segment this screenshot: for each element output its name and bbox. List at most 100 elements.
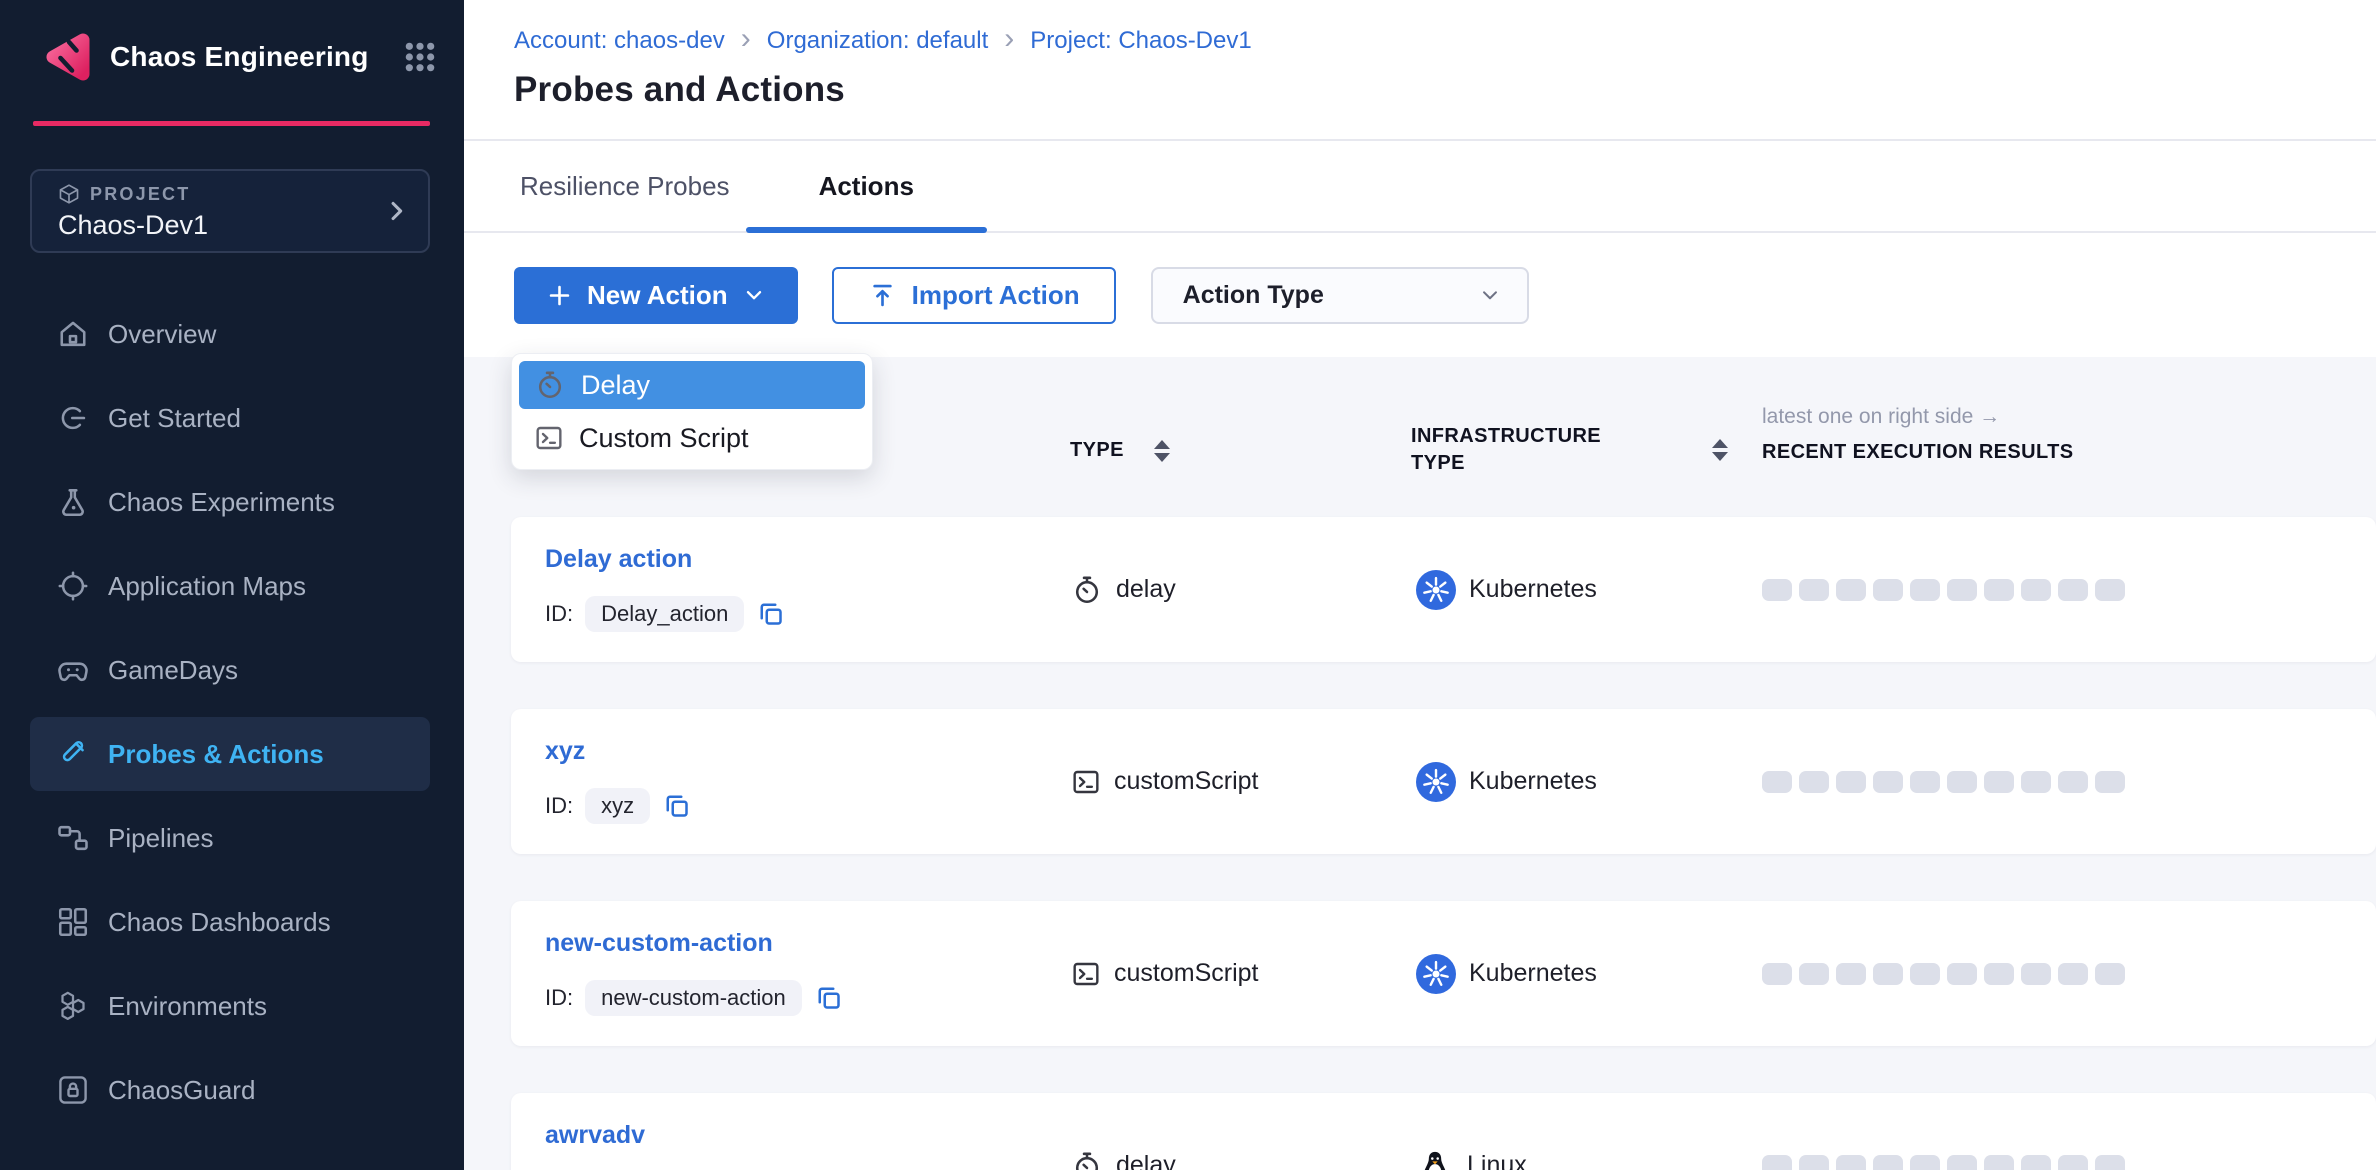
action-type-select[interactable]: Action Type bbox=[1151, 267, 1529, 324]
action-id-value: Delay_action bbox=[585, 596, 744, 632]
main-content: Account: chaos-dev › Organization: defau… bbox=[464, 0, 2376, 1170]
kubernetes-icon bbox=[1416, 570, 1456, 610]
action-name-link[interactable]: new-custom-action bbox=[545, 929, 773, 957]
screen: Chaos Engineering PROJECT Chaos-Dev1 bbox=[0, 0, 2376, 1170]
breadcrumb-organization[interactable]: Organization: default bbox=[767, 27, 988, 55]
execution-result-placeholder bbox=[1873, 963, 1903, 985]
results-note: latest one on right side → bbox=[1762, 405, 2073, 429]
execution-result-placeholder bbox=[1910, 771, 1940, 793]
execution-result-placeholder bbox=[1947, 963, 1977, 985]
action-name-link[interactable]: xyz bbox=[545, 737, 585, 765]
execution-result-placeholder bbox=[1836, 963, 1866, 985]
execution-result-placeholder bbox=[1799, 963, 1829, 985]
execution-result-placeholder bbox=[2095, 1155, 2125, 1170]
stopwatch-icon bbox=[533, 368, 567, 402]
action-name-link[interactable]: awrvadv bbox=[545, 1121, 645, 1149]
action-id-value: new-custom-action bbox=[585, 980, 802, 1016]
stopwatch-icon bbox=[1070, 573, 1104, 607]
import-icon bbox=[868, 281, 897, 310]
sidebar-item-pipelines[interactable]: Pipelines bbox=[30, 801, 430, 875]
execution-result-placeholder bbox=[2058, 579, 2088, 601]
sidebar-item-probes-and-actions[interactable]: Probes & Actions bbox=[30, 717, 430, 791]
breadcrumb-separator: › bbox=[1004, 24, 1014, 58]
column-header-infrastructure-type: INFRASTRUCTURE TYPE bbox=[1411, 423, 1641, 477]
execution-result-placeholder bbox=[1762, 771, 1792, 793]
recent-execution-results bbox=[1762, 963, 2125, 985]
chaos-engineering-logo-icon[interactable] bbox=[38, 29, 94, 85]
execution-result-placeholder bbox=[1984, 963, 2014, 985]
execution-result-placeholder bbox=[2021, 579, 2051, 601]
toolbar: New Action Import Action Action Type bbox=[464, 233, 2376, 357]
project-selector-header: PROJECT bbox=[58, 183, 408, 205]
new-action-button[interactable]: New Action bbox=[514, 267, 798, 324]
tab-resilience-probes[interactable]: Resilience Probes bbox=[520, 141, 730, 231]
execution-result-placeholder bbox=[1836, 1155, 1866, 1170]
project-selector[interactable]: PROJECT Chaos-Dev1 bbox=[30, 169, 430, 253]
sidebar: Chaos Engineering PROJECT Chaos-Dev1 bbox=[0, 0, 464, 1170]
infrastructure-cell: Kubernetes bbox=[1416, 570, 1597, 610]
action-name-link[interactable]: Delay action bbox=[545, 545, 692, 573]
action-type-cell: delay bbox=[1070, 573, 1176, 607]
copy-icon[interactable] bbox=[662, 791, 692, 821]
menu-item-custom-script[interactable]: Custom Script bbox=[519, 414, 865, 462]
project-label: PROJECT bbox=[90, 184, 190, 205]
action-type-cell: customScript bbox=[1070, 958, 1258, 990]
execution-result-placeholder bbox=[2058, 963, 2088, 985]
tab-actions[interactable]: Actions bbox=[746, 141, 987, 231]
sort-infrastructure-icon[interactable] bbox=[1712, 439, 1728, 461]
execution-result-placeholder bbox=[1910, 963, 1940, 985]
lock-shield-icon bbox=[55, 1072, 91, 1108]
sidebar-item-chaosguard[interactable]: ChaosGuard bbox=[30, 1053, 430, 1127]
sidebar-item-application-maps[interactable]: Application Maps bbox=[30, 549, 430, 623]
execution-result-placeholder bbox=[2021, 1155, 2051, 1170]
sidebar-item-chaos-experiments[interactable]: Chaos Experiments bbox=[30, 465, 430, 539]
import-action-button[interactable]: Import Action bbox=[832, 267, 1116, 324]
breadcrumb-project[interactable]: Project: Chaos-Dev1 bbox=[1030, 27, 1251, 55]
execution-result-placeholder bbox=[2058, 1155, 2088, 1170]
dashboards-icon bbox=[55, 904, 91, 940]
action-type-cell: customScript bbox=[1070, 766, 1258, 798]
action-type-cell: delay bbox=[1070, 1149, 1176, 1170]
new-action-menu: Delay Custom Script bbox=[511, 353, 873, 470]
plus-icon bbox=[546, 282, 573, 309]
tab-bar: Resilience Probes Actions bbox=[464, 141, 2376, 233]
table-row-awrvadv: awrvadv delay Linux bbox=[511, 1093, 2376, 1170]
execution-result-placeholder bbox=[1762, 1155, 1792, 1170]
kubernetes-icon bbox=[1416, 954, 1456, 994]
sidebar-item-gamedays[interactable]: GameDays bbox=[30, 633, 430, 707]
sort-type-icon[interactable] bbox=[1154, 440, 1170, 462]
terminal-icon bbox=[1070, 958, 1102, 990]
execution-result-placeholder bbox=[1947, 1155, 1977, 1170]
infrastructure-cell: Kubernetes bbox=[1416, 954, 1597, 994]
recent-execution-results bbox=[1762, 579, 2125, 601]
breadcrumb: Account: chaos-dev › Organization: defau… bbox=[514, 24, 2376, 58]
terminal-icon bbox=[1070, 766, 1102, 798]
test-tube-icon bbox=[55, 736, 91, 772]
execution-result-placeholder bbox=[1873, 579, 1903, 601]
copy-icon[interactable] bbox=[814, 983, 844, 1013]
accent-divider bbox=[33, 121, 430, 126]
menu-item-delay[interactable]: Delay bbox=[519, 361, 865, 409]
target-icon bbox=[55, 568, 91, 604]
execution-result-placeholder bbox=[1799, 771, 1829, 793]
hexagons-icon bbox=[55, 988, 91, 1024]
sidebar-item-environments[interactable]: Environments bbox=[30, 969, 430, 1043]
actions-table: TYPE INFRASTRUCTURE TYPE latest one on r… bbox=[464, 357, 2376, 1170]
recent-execution-results bbox=[1762, 771, 2125, 793]
execution-result-placeholder bbox=[1873, 771, 1903, 793]
stopwatch-icon bbox=[1070, 1149, 1104, 1170]
action-id-value: xyz bbox=[585, 788, 650, 824]
sidebar-item-chaos-dashboards[interactable]: Chaos Dashboards bbox=[30, 885, 430, 959]
execution-result-placeholder bbox=[2058, 771, 2088, 793]
execution-result-placeholder bbox=[1836, 771, 1866, 793]
copy-icon[interactable] bbox=[756, 599, 786, 629]
sidebar-item-overview[interactable]: Overview bbox=[30, 297, 430, 371]
sidebar-item-get-started[interactable]: Get Started bbox=[30, 381, 430, 455]
breadcrumb-account[interactable]: Account: chaos-dev bbox=[514, 27, 725, 55]
breadcrumb-separator: › bbox=[741, 24, 751, 58]
cube-icon bbox=[58, 183, 80, 205]
execution-result-placeholder bbox=[1947, 579, 1977, 601]
app-switcher-grid-icon[interactable] bbox=[404, 41, 436, 73]
execution-result-placeholder bbox=[2095, 963, 2125, 985]
flask-icon bbox=[55, 484, 91, 520]
